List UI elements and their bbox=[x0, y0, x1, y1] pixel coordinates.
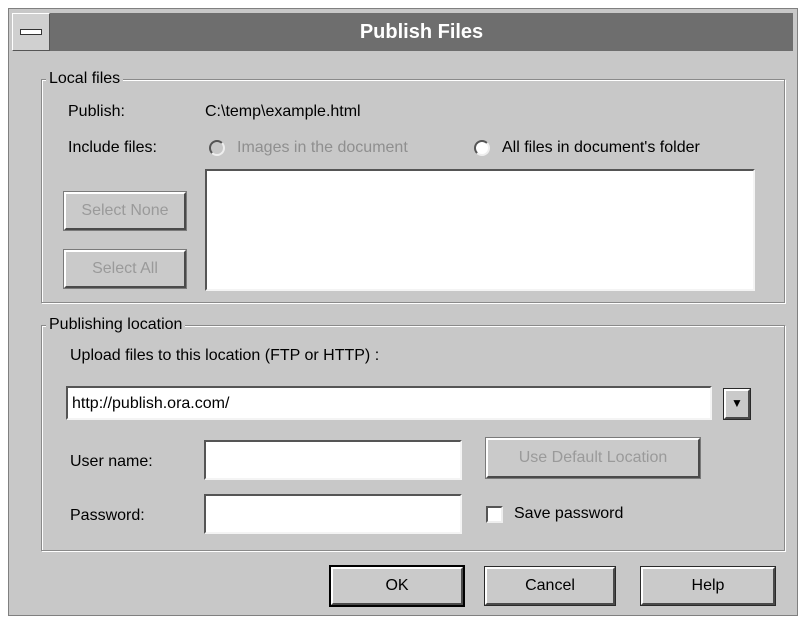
publish-files-dialog: Publish Files Local files Publish: C:\te… bbox=[8, 8, 798, 616]
username-label: User name: bbox=[70, 453, 153, 470]
system-menu-icon[interactable] bbox=[12, 13, 50, 51]
save-password-label[interactable]: Save password bbox=[514, 504, 623, 524]
title-bar[interactable]: Publish Files bbox=[12, 13, 793, 51]
window-title: Publish Files bbox=[359, 21, 484, 43]
password-input[interactable] bbox=[204, 494, 462, 534]
images-radio-label[interactable]: Images in the document bbox=[237, 138, 408, 158]
include-files-label: Include files: bbox=[68, 139, 157, 156]
upload-url-input[interactable]: http://publish.ora.com/ bbox=[66, 386, 712, 420]
dropdown-arrow-icon[interactable]: ▼ bbox=[723, 388, 751, 420]
upload-location-label: Upload files to this location (FTP or HT… bbox=[70, 347, 380, 364]
password-label: Password: bbox=[70, 507, 145, 524]
files-list-box[interactable] bbox=[205, 169, 755, 291]
publishing-location-group: Publishing location Upload files to this… bbox=[41, 315, 785, 551]
publish-path: C:\temp\example.html bbox=[205, 103, 361, 120]
select-none-button[interactable]: Select None bbox=[63, 191, 187, 231]
upload-url-value: http://publish.ora.com/ bbox=[72, 395, 230, 412]
all-files-radio-label[interactable]: All files in document's folder bbox=[502, 138, 700, 158]
publishing-location-legend: Publishing location bbox=[46, 315, 186, 335]
local-files-group: Local files Publish: C:\temp\example.htm… bbox=[41, 69, 785, 303]
select-all-button[interactable]: Select All bbox=[63, 249, 187, 289]
system-menu-bar bbox=[20, 29, 42, 35]
all-files-radio-button[interactable] bbox=[474, 140, 490, 156]
username-input[interactable] bbox=[204, 440, 462, 480]
images-radio-button[interactable] bbox=[209, 140, 225, 156]
local-files-legend: Local files bbox=[46, 69, 124, 89]
cancel-button[interactable]: Cancel bbox=[484, 566, 616, 606]
help-button[interactable]: Help bbox=[640, 566, 776, 606]
ok-button[interactable]: OK bbox=[329, 565, 465, 607]
save-password-checkbox[interactable] bbox=[486, 506, 503, 523]
publish-label: Publish: bbox=[68, 103, 125, 120]
use-default-location-button[interactable]: Use Default Location bbox=[485, 437, 701, 479]
